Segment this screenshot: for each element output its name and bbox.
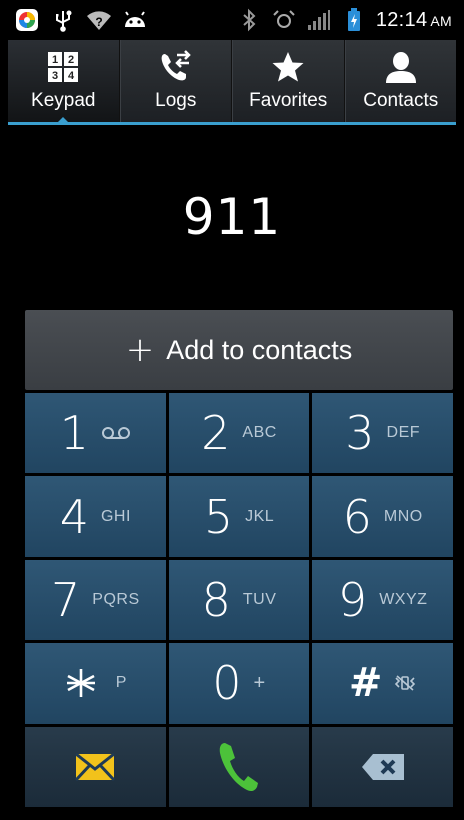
- key-letters: GHI: [100, 507, 131, 525]
- key-digit: 6: [342, 489, 372, 544]
- tab-favorites[interactable]: Favorites: [232, 40, 345, 122]
- call-button[interactable]: [168, 726, 310, 807]
- key-hash[interactable]: #: [312, 643, 453, 724]
- key-letters: PQRS: [92, 590, 140, 608]
- key-digit: 7: [51, 572, 81, 627]
- dial-keypad: 1 2 ABC 3 DEF 4 GHI 5 JKL 6 MNO 7 PQRS 8…: [25, 393, 453, 807]
- add-to-contacts-button[interactable]: + Add to contacts: [25, 310, 453, 390]
- wifi-question-icon: ?: [86, 7, 112, 33]
- dialed-number: 911: [182, 188, 282, 246]
- key-letters: TUV: [242, 590, 277, 608]
- bluetooth-icon: [236, 7, 262, 33]
- android-icon: [122, 7, 148, 33]
- usb-icon: [50, 7, 76, 33]
- key-6[interactable]: 6 MNO: [312, 476, 453, 557]
- backspace-icon: [361, 753, 405, 781]
- asterisk-icon: [64, 666, 98, 700]
- envelope-icon: [75, 752, 116, 781]
- tab-keypad[interactable]: 1 2 3 4 Keypad: [8, 40, 120, 122]
- status-bar: ? 12:14 AM: [8, 0, 456, 40]
- dialed-number-display[interactable]: 911: [8, 125, 456, 309]
- delete-button[interactable]: [312, 726, 453, 807]
- key-digit: 8: [201, 572, 231, 627]
- star-icon: [271, 50, 305, 84]
- key-letters: JKL: [245, 507, 275, 525]
- svg-text:?: ?: [95, 15, 102, 29]
- tab-logs[interactable]: Logs: [119, 40, 232, 122]
- key-digit: 1: [59, 406, 89, 461]
- key-digit: 0: [212, 656, 242, 711]
- key-9[interactable]: 9 WXYZ: [312, 559, 453, 641]
- key-letters: +: [253, 671, 266, 694]
- person-icon: [384, 50, 418, 84]
- vibrate-mute-icon: [394, 674, 416, 692]
- key-5[interactable]: 5 JKL: [168, 476, 310, 557]
- key-digit: 3: [345, 406, 375, 461]
- key-7[interactable]: 7 PQRS: [25, 559, 166, 641]
- tab-contacts-label: Contacts: [363, 90, 439, 111]
- svg-text:2: 2: [68, 54, 74, 66]
- key-digit: 5: [203, 489, 234, 544]
- phone-icon: [217, 741, 261, 793]
- voicemail-icon: [101, 425, 131, 441]
- send-message-button[interactable]: [25, 726, 166, 807]
- plus-icon: +: [125, 330, 155, 370]
- key-letters: WXYZ: [379, 590, 428, 608]
- svg-text:1: 1: [52, 54, 58, 66]
- key-4[interactable]: 4 GHI: [25, 476, 166, 557]
- key-2[interactable]: 2 ABC: [168, 393, 310, 474]
- key-star[interactable]: P: [25, 643, 166, 724]
- status-clock: 12:14 AM: [375, 8, 452, 31]
- key-1[interactable]: 1: [25, 393, 166, 474]
- keypad-icon: 1 2 3 4: [46, 50, 80, 84]
- key-digit: #: [348, 660, 383, 707]
- dialer-tabs: 1 2 3 4 Keypad Logs Favorites Contacts: [8, 40, 456, 125]
- svg-text:4: 4: [68, 70, 75, 82]
- battery-charging-icon: [341, 7, 367, 33]
- signal-icon: [306, 7, 332, 33]
- key-0[interactable]: 0 +: [168, 643, 310, 724]
- tab-keypad-label: Keypad: [31, 90, 96, 111]
- key-letters: ABC: [242, 424, 277, 442]
- nfc-icon: [271, 7, 297, 33]
- key-letters: DEF: [386, 424, 421, 442]
- svg-text:3: 3: [52, 70, 58, 82]
- tab-favorites-label: Favorites: [249, 90, 328, 111]
- logs-icon: [159, 50, 193, 84]
- app-launcher-icon: [14, 7, 40, 33]
- add-to-contacts-label: Add to contacts: [166, 334, 353, 365]
- key-letters: P: [115, 674, 127, 692]
- tab-logs-label: Logs: [155, 90, 197, 111]
- key-digit: 4: [59, 489, 89, 544]
- key-8[interactable]: 8 TUV: [168, 559, 310, 641]
- tab-contacts[interactable]: Contacts: [344, 40, 457, 122]
- key-letters: MNO: [383, 507, 423, 525]
- key-3[interactable]: 3 DEF: [312, 393, 453, 474]
- key-digit: 9: [337, 572, 368, 627]
- key-digit: 2: [201, 406, 231, 461]
